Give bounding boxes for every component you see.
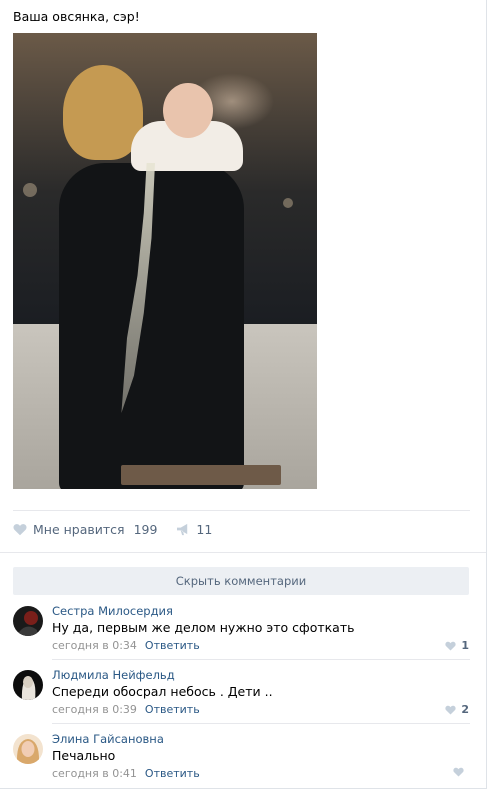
like-button[interactable]: Мне нравится 199 [13, 522, 157, 537]
background-light [23, 183, 37, 197]
comment-like-count: 1 [461, 639, 469, 652]
heart-icon [445, 641, 456, 650]
comment-like-button[interactable] [453, 767, 469, 777]
divider [13, 510, 470, 511]
like-count: 199 [133, 522, 158, 537]
reply-button[interactable]: Ответить [145, 767, 200, 780]
comment-meta: сегодня в 0:34 Ответить [52, 639, 200, 652]
reply-button[interactable]: Ответить [145, 703, 200, 716]
avatar[interactable] [13, 670, 43, 700]
post-photo[interactable] [13, 33, 317, 489]
comment-separator [52, 723, 470, 724]
post-card: Ваша овсянка, сэр! Мне нравится 199 11 С… [0, 0, 487, 789]
comment-text: Печально [52, 748, 116, 763]
post-text: Ваша овсянка, сэр! [13, 9, 140, 24]
comment-like-button[interactable]: 1 [445, 639, 469, 652]
comment-author[interactable]: Сестра Милосердия [52, 604, 173, 618]
heart-icon [445, 705, 456, 714]
comment-meta: сегодня в 0:39 Ответить [52, 703, 200, 716]
share-count: 11 [196, 522, 213, 537]
comment-like-button[interactable]: 2 [445, 703, 469, 716]
comment-meta: сегодня в 0:41 Ответить [52, 767, 200, 780]
background-light [283, 198, 293, 208]
comment-author[interactable]: Людмила Нейфельд [52, 668, 175, 682]
comment-separator [52, 659, 470, 660]
avatar[interactable] [13, 606, 43, 636]
share-button[interactable]: 11 [176, 522, 212, 537]
like-label: Мне нравится [33, 522, 125, 537]
avatar[interactable] [13, 734, 43, 764]
comment-like-count: 2 [461, 703, 469, 716]
hide-comments-button[interactable]: Скрыть комментарии [13, 567, 469, 595]
photo-chair [121, 465, 281, 485]
comment-time[interactable]: сегодня в 0:34 [52, 639, 137, 652]
comment: Людмила Нейфельд Спереди обосрал небось … [13, 667, 470, 727]
photo-baby [131, 83, 243, 173]
divider [0, 552, 486, 553]
heart-icon [13, 523, 27, 536]
post-actions: Мне нравится 199 11 [13, 522, 212, 537]
comment-text: Ну да, первым же делом нужно это сфоткат… [52, 620, 355, 635]
comment-time[interactable]: сегодня в 0:41 [52, 767, 137, 780]
comment-author[interactable]: Элина Гайсановна [52, 732, 164, 746]
reply-button[interactable]: Ответить [145, 639, 200, 652]
comment: Элина Гайсановна Печально сегодня в 0:41… [13, 731, 470, 791]
megaphone-icon [176, 523, 191, 536]
heart-icon [453, 767, 464, 777]
comment: Сестра Милосердия Ну да, первым же делом… [13, 603, 470, 663]
comment-time[interactable]: сегодня в 0:39 [52, 703, 137, 716]
comment-text: Спереди обосрал небось . Дети .. [52, 684, 273, 699]
